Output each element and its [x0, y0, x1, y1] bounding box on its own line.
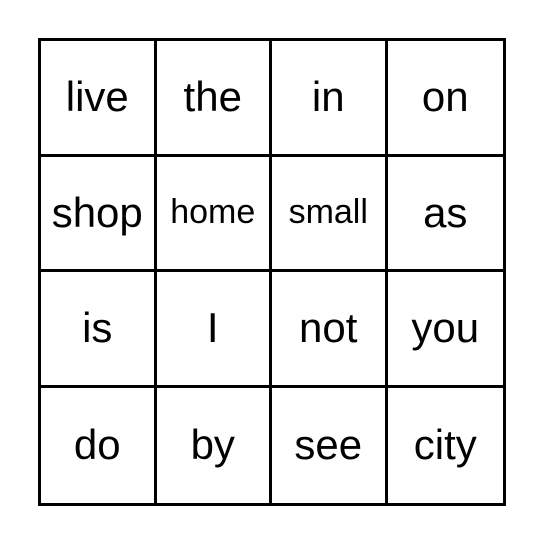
bingo-card: live the in on shop home small as is I n…	[38, 38, 506, 506]
bingo-cell[interactable]: by	[157, 387, 272, 503]
bingo-cell[interactable]: the	[156, 41, 272, 157]
bingo-cell[interactable]: see	[272, 387, 388, 503]
bingo-cell[interactable]: small	[272, 156, 388, 272]
bingo-cell[interactable]: shop	[41, 156, 157, 272]
bingo-cell[interactable]: as	[387, 157, 503, 272]
bingo-cell[interactable]: live	[41, 41, 157, 157]
bingo-cell[interactable]: do	[41, 387, 157, 503]
bingo-cell[interactable]: in	[272, 41, 388, 157]
bingo-cell[interactable]: not	[272, 272, 388, 388]
bingo-cell[interactable]: city	[388, 388, 504, 504]
bingo-cell[interactable]: is	[41, 272, 157, 388]
bingo-cell[interactable]: on	[387, 41, 503, 157]
bingo-cell[interactable]: I	[156, 272, 272, 388]
bingo-cell[interactable]: you	[387, 272, 503, 388]
bingo-cell[interactable]: home	[156, 156, 272, 272]
